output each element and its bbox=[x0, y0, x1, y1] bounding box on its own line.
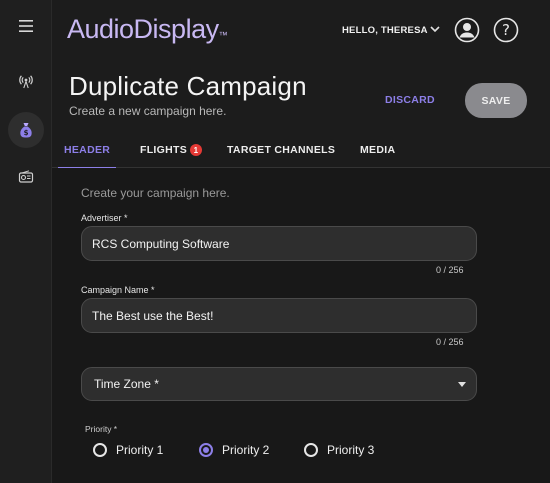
tab-target-channels[interactable]: TARGET CHANNELS bbox=[227, 132, 335, 168]
priority-3-label: Priority 3 bbox=[327, 443, 375, 457]
flights-count-badge: 1 bbox=[190, 144, 203, 156]
advertiser-label: Advertiser * bbox=[81, 213, 128, 223]
tab-header[interactable]: HEADER bbox=[57, 132, 117, 169]
tab-flights[interactable]: FLIGHTS 1 bbox=[140, 132, 203, 168]
tab-flights-label: FLIGHTS bbox=[140, 144, 188, 156]
trademark-mark: ™ bbox=[218, 30, 228, 40]
advertiser-char-counter: 0 / 256 bbox=[436, 265, 464, 275]
menu-button[interactable] bbox=[8, 8, 44, 44]
radio-device-icon bbox=[18, 170, 34, 183]
priority-label: Priority * bbox=[85, 424, 118, 434]
time-zone-select[interactable]: Time Zone * bbox=[81, 367, 477, 401]
priority-2-radio[interactable]: Priority 2 bbox=[199, 442, 269, 458]
priority-3-radio[interactable]: Priority 3 bbox=[304, 442, 374, 458]
app-logo-text: AudioDisplay bbox=[67, 14, 219, 44]
priority-2-label: Priority 2 bbox=[222, 443, 270, 457]
priority-1-label: Priority 1 bbox=[116, 443, 164, 457]
radio-unchecked-icon bbox=[93, 443, 107, 457]
campaign-name-value: The Best use the Best! bbox=[92, 308, 214, 323]
campaign-name-char-counter: 0 / 256 bbox=[436, 337, 464, 347]
page-header: Duplicate Campaign Create a new campaign… bbox=[52, 60, 550, 132]
discard-button[interactable]: DISCARD bbox=[385, 94, 435, 106]
rail-item-campaigns[interactable]: $ bbox=[8, 112, 44, 148]
advertiser-value: RCS Computing Software bbox=[92, 236, 230, 251]
campaign-form: Create your campaign here. Advertiser * … bbox=[52, 168, 550, 483]
advertiser-field[interactable]: RCS Computing Software bbox=[81, 226, 477, 261]
page-subtitle: Create a new campaign here. bbox=[69, 104, 227, 118]
help-icon[interactable]: ? bbox=[493, 17, 519, 43]
save-button[interactable]: SAVE bbox=[465, 83, 527, 118]
campaign-name-label: Campaign Name * bbox=[81, 285, 155, 295]
user-greeting[interactable]: HELLO, THERESA bbox=[342, 25, 428, 36]
tab-media[interactable]: MEDIA bbox=[360, 132, 395, 168]
money-bag-icon: $ bbox=[20, 123, 32, 138]
priority-1-radio[interactable]: Priority 1 bbox=[93, 442, 163, 458]
tab-media-label: MEDIA bbox=[360, 144, 396, 156]
tab-bar: HEADER FLIGHTS 1 TARGET CHANNELS MEDIA bbox=[52, 132, 550, 169]
chevron-down-icon[interactable] bbox=[428, 22, 442, 36]
radio-unchecked-icon bbox=[304, 443, 318, 457]
tab-target-channels-label: TARGET CHANNELS bbox=[227, 144, 336, 156]
tab-header-label: HEADER bbox=[64, 144, 111, 156]
campaign-name-field[interactable]: The Best use the Best! bbox=[81, 298, 477, 333]
time-zone-label: Time Zone * bbox=[94, 377, 159, 391]
svg-text:?: ? bbox=[502, 21, 510, 39]
radio-checked-icon bbox=[199, 443, 213, 457]
page-title: Duplicate Campaign bbox=[69, 71, 307, 101]
left-rail: $ bbox=[0, 0, 52, 483]
form-intro: Create your campaign here. bbox=[81, 186, 230, 200]
dropdown-caret-icon bbox=[458, 382, 466, 387]
menu-icon bbox=[19, 20, 33, 32]
top-bar: AudioDisplay™ HELLO, THERESA ? bbox=[52, 0, 550, 60]
svg-text:$: $ bbox=[24, 129, 29, 137]
profile-icon[interactable] bbox=[454, 17, 480, 43]
rail-item-broadcast[interactable] bbox=[8, 64, 44, 100]
broadcast-icon bbox=[19, 75, 33, 89]
rail-item-stations[interactable] bbox=[8, 159, 44, 195]
app-logo[interactable]: AudioDisplay™ bbox=[67, 14, 228, 45]
